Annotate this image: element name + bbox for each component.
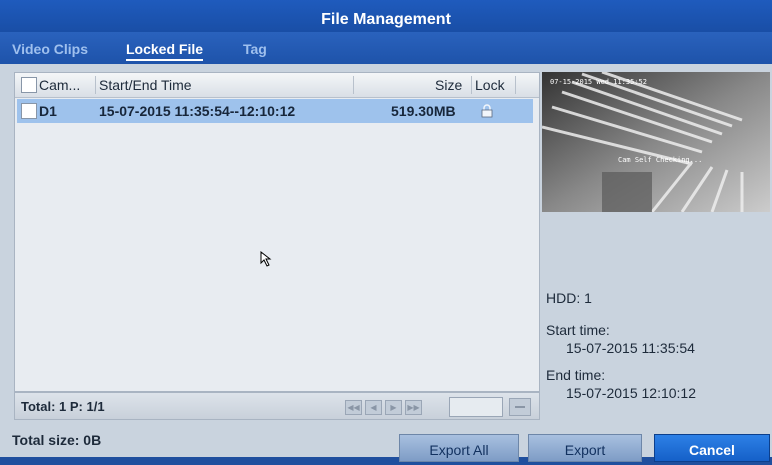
preview-frame-image: 07-15-2015 Wed 11:35:52 Cam Self Checkin…	[542, 72, 770, 212]
previous-page-button[interactable]: ◀	[365, 400, 382, 415]
export-button[interactable]: Export	[528, 434, 642, 462]
file-management-window: File Management Video Clips Locked File …	[0, 0, 772, 462]
first-page-button[interactable]: ◀◀	[345, 400, 362, 415]
preview-message-overlay: Cam Self Checking...	[618, 156, 702, 164]
column-divider	[515, 76, 516, 94]
video-preview: 07-15-2015 Wed 11:35:52 Cam Self Checkin…	[542, 72, 770, 212]
lock-icon[interactable]	[481, 104, 493, 118]
page-status: Total: 1 P: 1/1	[21, 399, 105, 414]
next-page-button[interactable]: ▶	[385, 400, 402, 415]
go-page-button[interactable]	[509, 398, 531, 416]
column-camera[interactable]: Cam...	[39, 77, 80, 93]
column-lock[interactable]: Lock	[475, 77, 505, 93]
list-footer: Total: 1 P: 1/1 ◀◀ ◀ ▶ ▶▶	[14, 392, 540, 420]
row-size: 519.30MB	[391, 103, 456, 119]
start-time-label: Start time:	[546, 322, 610, 338]
preview-date-overlay: 07-15-2015 Wed 11:35:52	[550, 78, 647, 86]
table-row[interactable]: D1 15-07-2015 11:35:54--12:10:12 519.30M…	[17, 99, 533, 123]
tab-video-clips[interactable]: Video Clips	[12, 41, 88, 57]
mouse-cursor-icon	[260, 251, 272, 267]
tab-locked-file[interactable]: Locked File	[126, 41, 204, 61]
export-all-button[interactable]: Export All	[399, 434, 519, 462]
start-time-value: 15-07-2015 11:35:54	[566, 340, 695, 356]
column-start-end-time[interactable]: Start/End Time	[99, 77, 192, 93]
hdd-label: HDD: 1	[546, 290, 592, 306]
file-list-header: Cam... Start/End Time Size Lock	[15, 73, 539, 98]
minus-icon	[515, 406, 525, 408]
cancel-button[interactable]: Cancel	[654, 434, 770, 462]
row-camera: D1	[39, 103, 57, 119]
end-time-label: End time:	[546, 367, 606, 383]
window-title: File Management	[0, 0, 772, 32]
page-number-input[interactable]	[449, 397, 503, 417]
column-size[interactable]: Size	[435, 77, 462, 93]
column-divider	[95, 76, 96, 94]
total-size: Total size: 0B	[12, 432, 102, 448]
last-page-button[interactable]: ▶▶	[405, 400, 422, 415]
file-list: Cam... Start/End Time Size Lock D1 15-07…	[14, 72, 540, 392]
row-time: 15-07-2015 11:35:54--12:10:12	[99, 103, 296, 119]
end-time-value: 15-07-2015 12:10:12	[566, 385, 696, 401]
row-checkbox[interactable]	[21, 103, 37, 119]
column-divider	[353, 76, 354, 94]
tab-tag[interactable]: Tag	[243, 41, 267, 57]
column-divider	[471, 76, 472, 94]
tab-bar: Video Clips Locked File Tag	[0, 32, 772, 64]
select-all-checkbox[interactable]	[21, 77, 37, 93]
